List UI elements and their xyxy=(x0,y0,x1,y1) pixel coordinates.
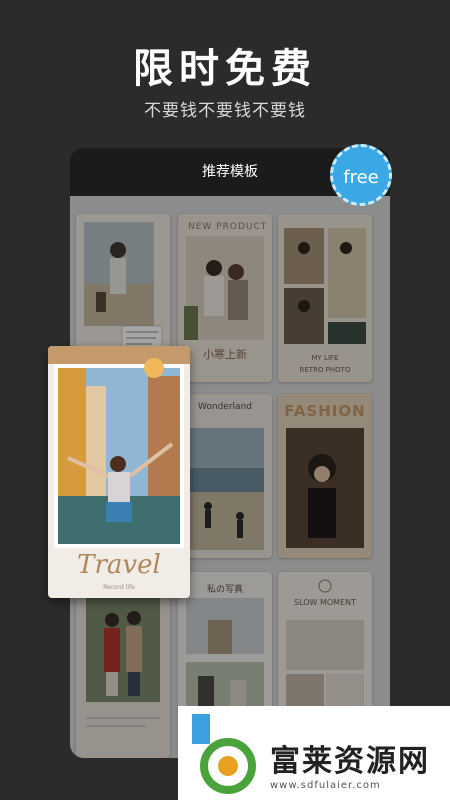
leaf-logo-icon xyxy=(192,714,256,794)
watermark-banner: 富莱资源网 www.sdfulaier.com xyxy=(178,706,450,800)
travel-subtitle: Record life xyxy=(103,584,135,591)
subheadline: 不要钱不要钱不要钱 xyxy=(144,101,306,121)
watermark-url: www.sdfulaier.com xyxy=(270,780,381,791)
travel-title: Travel xyxy=(77,550,161,580)
headline: 限时免费 xyxy=(133,46,317,92)
travel-template-card[interactable]: Travel Record life xyxy=(48,346,190,598)
watermark-text: 富莱资源网 xyxy=(270,744,430,779)
free-badge: free xyxy=(330,144,392,206)
